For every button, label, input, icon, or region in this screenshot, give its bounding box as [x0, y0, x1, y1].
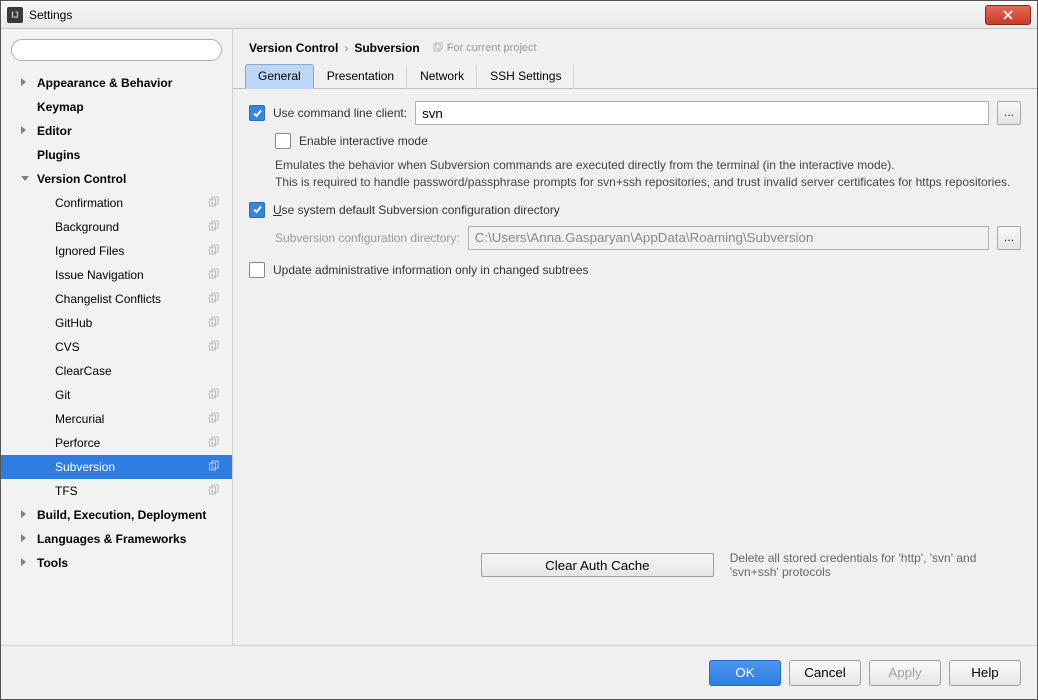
browse-cli-button[interactable]: …: [997, 101, 1021, 125]
browse-config-dir-button[interactable]: …: [997, 226, 1021, 250]
tree-item-appearance-behavior[interactable]: Appearance & Behavior: [1, 71, 232, 95]
tree-item-label: Perforce: [55, 436, 100, 450]
copy-icon: [432, 42, 444, 54]
use-cli-checkbox[interactable]: [249, 105, 265, 121]
tree-item-label: Confirmation: [55, 196, 123, 210]
copy-icon: [208, 268, 220, 283]
sidebar: Appearance & Behavior Keymap Editor Plugins…: [1, 29, 233, 645]
tree-item-label: Ignored Files: [55, 244, 124, 258]
update-admin-checkbox[interactable]: [249, 262, 265, 278]
chevron-right-icon: ›: [344, 41, 348, 55]
tab-general[interactable]: General: [245, 64, 314, 89]
help-button[interactable]: Help: [949, 660, 1021, 686]
copy-icon: [208, 412, 220, 427]
cli-path-input[interactable]: [415, 101, 989, 125]
close-button[interactable]: [985, 5, 1031, 25]
tree-item-label: Git: [55, 388, 70, 402]
enable-interactive-checkbox[interactable]: [275, 133, 291, 149]
copy-icon: [208, 196, 220, 211]
tree-item-languages-frameworks[interactable]: Languages & Frameworks: [1, 527, 232, 551]
tree-item-label: Build, Execution, Deployment: [37, 508, 206, 522]
arrow-right-icon: [21, 534, 26, 542]
tree-item-label: ClearCase: [55, 364, 112, 378]
tree-item-label: TFS: [55, 484, 78, 498]
ok-button[interactable]: OK: [709, 660, 781, 686]
tree-item-background[interactable]: Background: [1, 215, 232, 239]
tree-item-tools[interactable]: Tools: [1, 551, 232, 575]
tree-item-label: Mercurial: [55, 412, 104, 426]
copy-icon: [208, 388, 220, 403]
arrow-right-icon: [21, 126, 26, 134]
breadcrumb: Version Control › Subversion For current…: [233, 29, 1037, 63]
tree-item-issue-navigation[interactable]: Issue Navigation: [1, 263, 232, 287]
clear-cache-hint: Delete all stored credentials for 'http'…: [730, 551, 1021, 579]
tree-item-label: GitHub: [55, 316, 92, 330]
copy-icon: [208, 340, 220, 355]
tree-item-github[interactable]: GitHub: [1, 311, 232, 335]
tree-item-label: Appearance & Behavior: [37, 76, 172, 90]
arrow-right-icon: [21, 78, 26, 86]
arrow-right-icon: [21, 510, 26, 518]
use-default-dir-checkbox[interactable]: [249, 202, 265, 218]
tree-item-build-execution-deployment[interactable]: Build, Execution, Deployment: [1, 503, 232, 527]
tree-item-label: Editor: [37, 124, 72, 138]
tab-presentation[interactable]: Presentation: [314, 64, 407, 89]
tree-item-perforce[interactable]: Perforce: [1, 431, 232, 455]
app-icon: IJ: [7, 7, 23, 23]
dialog-footer: OK Cancel Apply Help: [1, 645, 1037, 699]
arrow-down-icon: [21, 176, 29, 181]
copy-icon: [208, 316, 220, 331]
use-default-dir-label: Use system default Subversion configurat…: [273, 203, 560, 217]
arrow-right-icon: [21, 558, 26, 566]
tabs: GeneralPresentationNetworkSSH Settings: [233, 63, 1037, 89]
tree-item-confirmation[interactable]: Confirmation: [1, 191, 232, 215]
tree-item-ignored-files[interactable]: Ignored Files: [1, 239, 232, 263]
apply-button[interactable]: Apply: [869, 660, 941, 686]
tree-item-label: Languages & Frameworks: [37, 532, 186, 546]
tree-item-mercurial[interactable]: Mercurial: [1, 407, 232, 431]
tree-item-subversion[interactable]: Subversion: [1, 455, 232, 479]
tree-item-plugins[interactable]: Plugins: [1, 143, 232, 167]
tree-item-git[interactable]: Git: [1, 383, 232, 407]
settings-tree: Appearance & Behavior Keymap Editor Plugins…: [1, 67, 232, 645]
tree-item-label: Background: [55, 220, 119, 234]
copy-icon: [208, 292, 220, 307]
tree-item-label: Issue Navigation: [55, 268, 144, 282]
titlebar: IJ Settings: [1, 1, 1037, 29]
copy-icon: [208, 244, 220, 259]
tree-item-tfs[interactable]: TFS: [1, 479, 232, 503]
search-input[interactable]: [11, 39, 222, 61]
tree-item-editor[interactable]: Editor: [1, 119, 232, 143]
use-cli-label: Use command line client:: [273, 106, 407, 120]
tree-item-changelist-conflicts[interactable]: Changelist Conflicts: [1, 287, 232, 311]
breadcrumb-item: Version Control: [249, 41, 338, 55]
tree-item-label: Subversion: [55, 460, 115, 474]
tab-network[interactable]: Network: [407, 64, 477, 89]
tree-item-label: CVS: [55, 340, 80, 354]
config-dir-label: Subversion configuration directory:: [275, 231, 460, 245]
for-project-hint: For current project: [432, 42, 537, 54]
interactive-description: Emulates the behavior when Subversion co…: [275, 157, 1021, 192]
tree-item-label: Version Control: [37, 172, 126, 186]
copy-icon: [208, 484, 220, 499]
tree-item-keymap[interactable]: Keymap: [1, 95, 232, 119]
enable-interactive-label: Enable interactive mode: [299, 134, 428, 148]
tree-item-label: Keymap: [37, 100, 84, 114]
copy-icon: [208, 460, 220, 475]
clear-auth-cache-button[interactable]: Clear Auth Cache: [481, 553, 714, 577]
tab-ssh-settings[interactable]: SSH Settings: [477, 64, 574, 89]
update-admin-label: Update administrative information only i…: [273, 263, 589, 277]
cancel-button[interactable]: Cancel: [789, 660, 861, 686]
breadcrumb-item: Subversion: [354, 41, 419, 55]
window-title: Settings: [29, 8, 985, 22]
tree-item-version-control[interactable]: Version Control: [1, 167, 232, 191]
tree-item-clearcase[interactable]: ClearCase: [1, 359, 232, 383]
copy-icon: [208, 436, 220, 451]
tree-item-label: Tools: [37, 556, 68, 570]
copy-icon: [208, 220, 220, 235]
tree-item-label: Changelist Conflicts: [55, 292, 161, 306]
config-dir-input: [468, 226, 989, 250]
tree-item-label: Plugins: [37, 148, 80, 162]
tree-item-cvs[interactable]: CVS: [1, 335, 232, 359]
